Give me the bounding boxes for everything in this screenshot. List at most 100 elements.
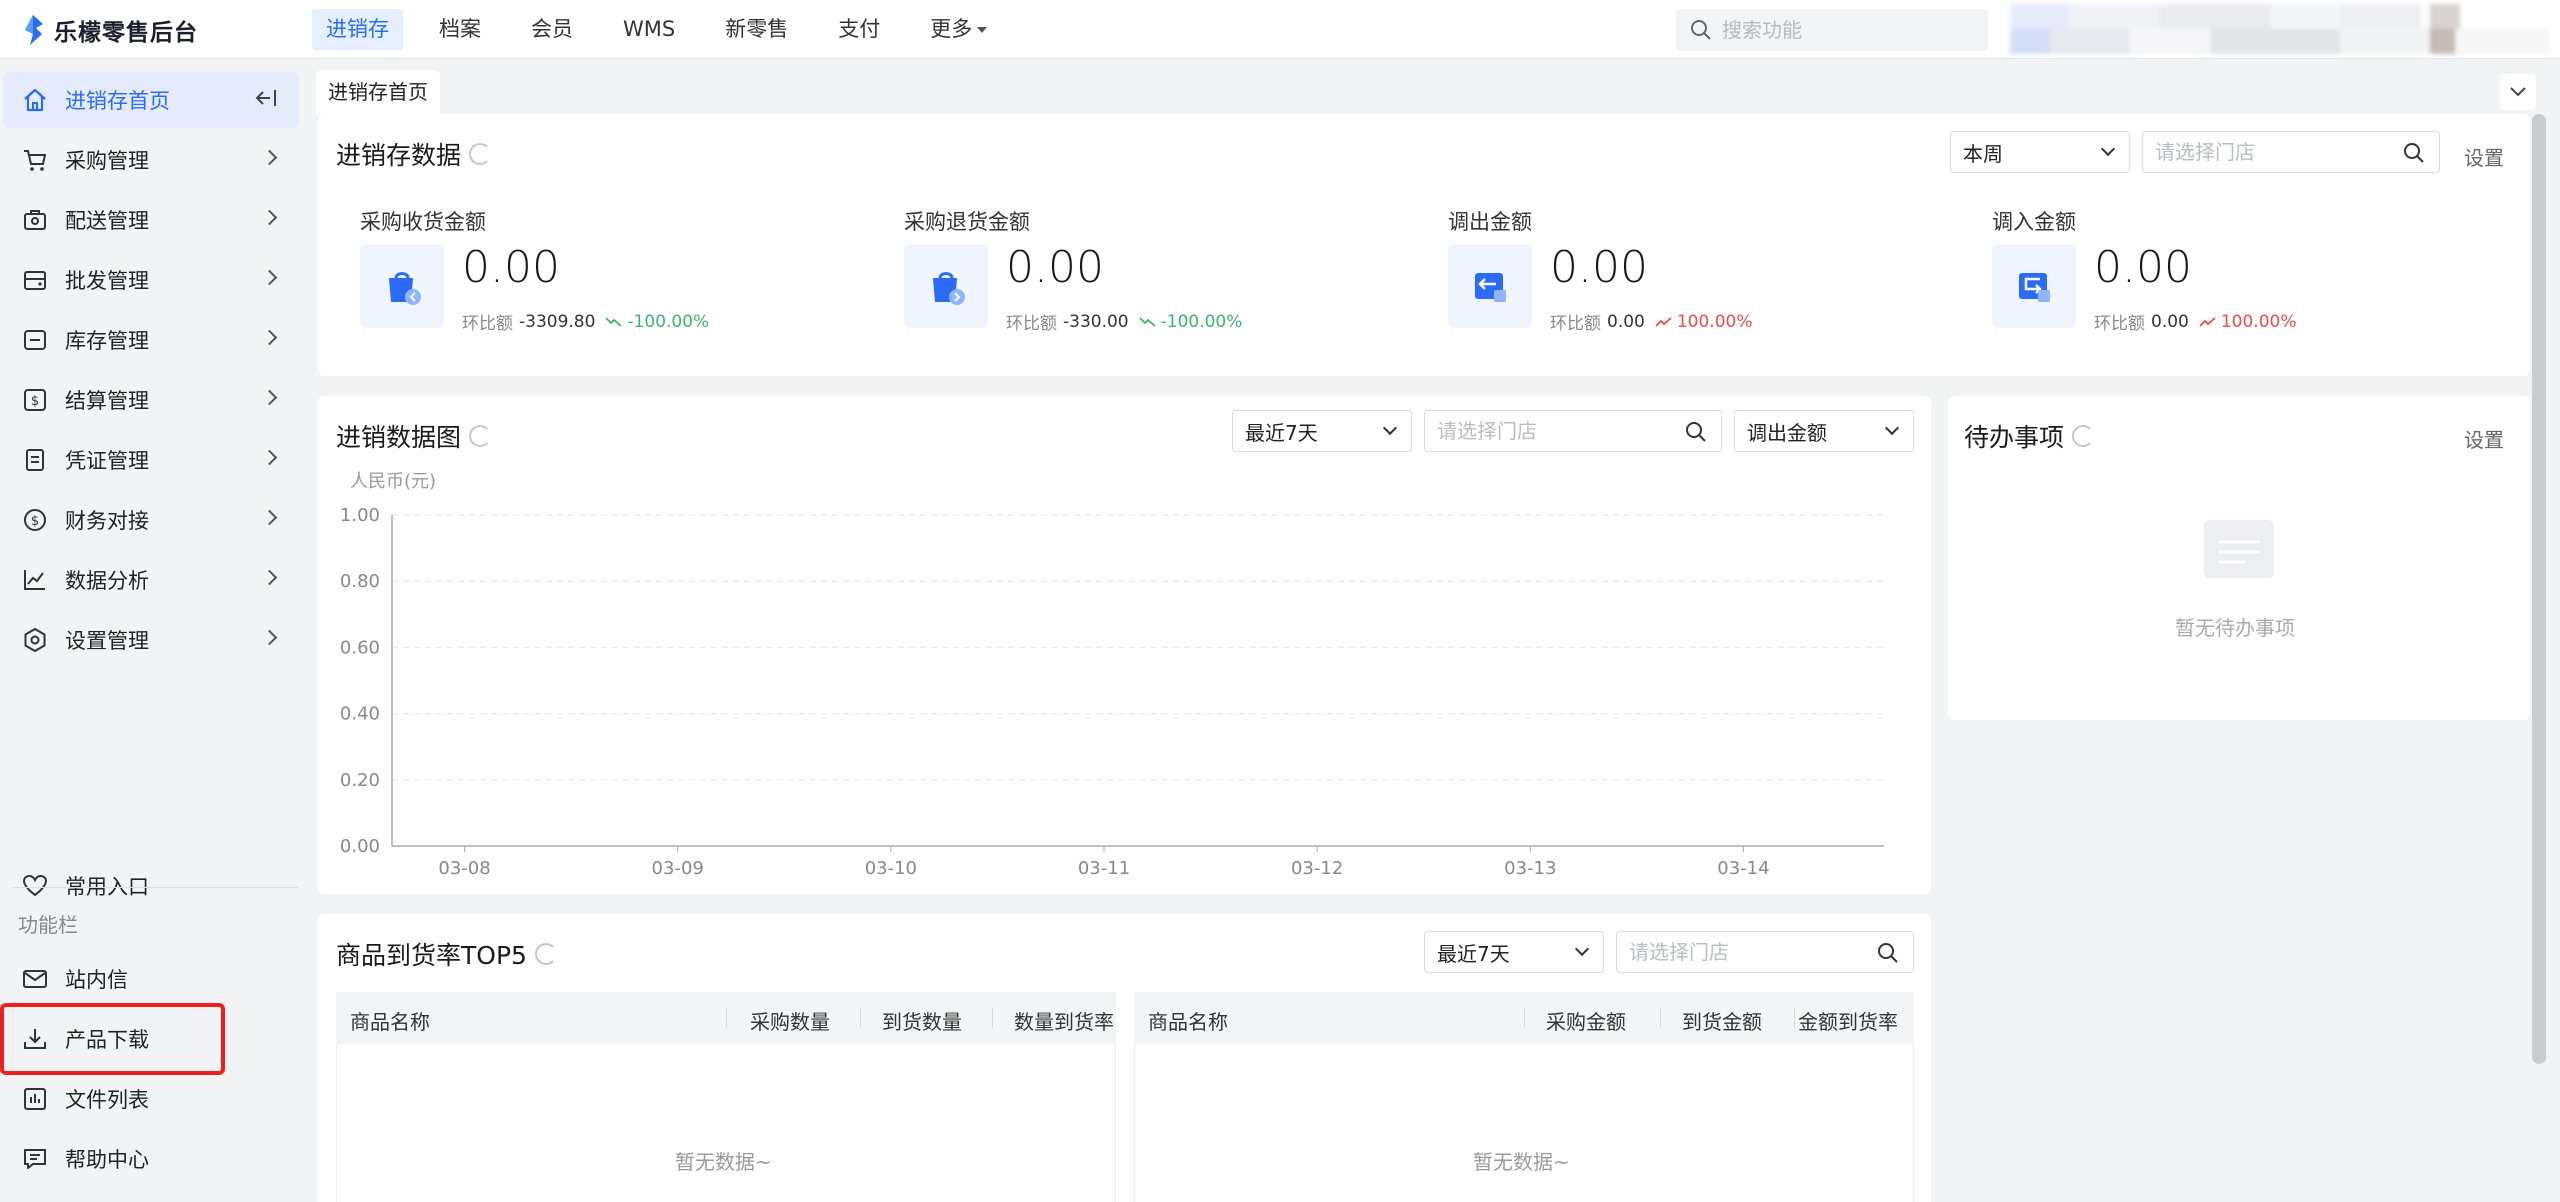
sidebar-item-label: 库存管理 [65, 329, 149, 353]
column-header[interactable]: 到货数量 [882, 1006, 962, 1035]
sidebar-item-label: 凭证管理 [65, 449, 149, 473]
search-icon [2404, 143, 2424, 163]
trend-down-icon [1138, 316, 1156, 327]
overview-settings-link[interactable]: 设置 [2464, 142, 2504, 171]
compare-percent: -100.00% [627, 311, 710, 332]
compare-label: 环比额 [1006, 314, 1057, 334]
sidebar-item-help[interactable]: 帮助中心 [3, 1131, 299, 1187]
column-header[interactable]: 商品名称 [350, 1006, 430, 1035]
column-header[interactable]: 数量到货率 [1014, 1006, 1114, 1035]
top5-store-search[interactable] [1616, 931, 1914, 973]
todo-title: 待办事项 [1964, 418, 2095, 454]
page-tab-bar: 进销存首页 [316, 70, 440, 114]
function-search-input[interactable] [1722, 18, 1962, 42]
function-search[interactable] [1676, 9, 1988, 51]
sidebar-item-purchase[interactable]: 采购管理 [3, 132, 299, 188]
compare-percent: 100.00% [2220, 311, 2297, 332]
column-header[interactable]: 到货金额 [1682, 1006, 1762, 1035]
sidebar-item-inbox[interactable]: 站内信 [3, 951, 299, 1007]
app-logo[interactable]: 乐檬零售后台 [20, 13, 198, 47]
metric-value: 0.00 [1550, 242, 1648, 293]
sidebar-item-analytics[interactable]: 数据分析 [3, 552, 299, 608]
column-header[interactable]: 商品名称 [1148, 1006, 1228, 1035]
refresh-icon[interactable] [2072, 425, 2095, 447]
compare-percent: 100.00% [1676, 311, 1753, 332]
topnav-label: 更多 [930, 17, 973, 41]
metric-value: 0.00 [2094, 242, 2192, 293]
sidebar-item-label: 财务对接 [65, 509, 149, 533]
compare-value: 0.00 [2151, 311, 2189, 332]
y-tick-label: 0.60 [340, 637, 380, 658]
topnav-label: 新零售 [725, 17, 789, 41]
chevron-right-icon [261, 269, 278, 286]
column-header[interactable]: 采购金额 [1546, 1006, 1626, 1035]
metric-label: 采购退货金额 [904, 210, 1030, 234]
metric-compare: 环比额 -3309.80 -100.00% [462, 309, 710, 335]
empty-document-icon [2204, 520, 2274, 578]
topnav-item-payment[interactable]: 支付 [824, 9, 894, 50]
trend-down-icon [605, 316, 623, 327]
trend-up-icon [2199, 316, 2216, 327]
compare-value: -330.00 [1063, 311, 1129, 332]
topnav-label: 进销存 [326, 17, 389, 41]
chevron-right-icon [261, 149, 278, 166]
sidebar-item-inventory[interactable]: 库存管理 [3, 312, 299, 368]
topnav-item-wms[interactable]: WMS [609, 9, 689, 50]
topnav-item-more[interactable]: 更多 [916, 9, 1001, 50]
topnav-item-new-retail[interactable]: 新零售 [711, 9, 802, 50]
column-header[interactable]: 金额到货率 [1798, 1006, 1898, 1035]
sidebar-item-finance[interactable]: $ 财务对接 [3, 492, 299, 548]
sidebar-item-jxc-home[interactable]: 进销存首页 [3, 72, 299, 128]
x-tick-label: 03-13 [1504, 858, 1556, 879]
collapse-sidebar-icon[interactable] [255, 87, 279, 114]
chevron-right-icon [261, 629, 278, 646]
store-search-input[interactable] [2155, 140, 2383, 164]
topnav-item-member[interactable]: 会员 [517, 9, 587, 50]
tab-jxc-home[interactable]: 进销存首页 [316, 70, 440, 114]
heart-icon [21, 872, 49, 900]
page-scrollbar[interactable] [2532, 114, 2546, 1064]
quantity-table-header: 商品名称 采购数量 到货数量 数量到货率 [336, 992, 1116, 1044]
topnav-label: 会员 [531, 17, 573, 41]
todo-settings-link[interactable]: 设置 [2464, 424, 2504, 453]
tab-menu-button[interactable] [2500, 74, 2536, 110]
file-list-icon [21, 1085, 49, 1113]
compare-value: -3309.80 [519, 311, 596, 332]
sidebar-item-label: 站内信 [65, 968, 128, 992]
column-header[interactable]: 采购数量 [750, 1006, 830, 1035]
chevron-down-icon [2510, 87, 2526, 97]
refresh-icon[interactable] [534, 943, 557, 965]
refresh-icon[interactable] [469, 143, 492, 165]
chevron-right-icon [261, 449, 278, 466]
search-icon [1691, 20, 1711, 40]
top5-period-select[interactable]: 最近7天 [1424, 931, 1604, 973]
sidebar-item-settlement[interactable]: $ 结算管理 [3, 372, 299, 428]
sidebar-item-delivery[interactable]: 配送管理 [3, 192, 299, 248]
topnav-label: WMS [623, 17, 676, 41]
period-select[interactable]: 本周 [1950, 131, 2130, 173]
top5-period-value: 最近7天 [1437, 941, 1510, 966]
sidebar-item-wholesale[interactable]: 批发管理 [3, 252, 299, 308]
topnav-item-archive[interactable]: 档案 [425, 9, 495, 50]
sidebar-item-label: 文件列表 [65, 1088, 149, 1112]
metric-value: 0.00 [462, 242, 560, 293]
metric-compare: 环比额 0.00 100.00% [1550, 309, 1753, 335]
period-select-value: 本周 [1963, 141, 2003, 166]
topnav-item-jxc[interactable]: 进销存 [312, 9, 403, 50]
help-icon [21, 1145, 49, 1173]
sidebar-item-settings[interactable]: 设置管理 [3, 612, 299, 668]
x-tick-label: 03-09 [652, 858, 704, 879]
sidebar-item-file-list[interactable]: 文件列表 [3, 1071, 299, 1127]
home-icon [21, 86, 49, 114]
caret-down-icon [977, 27, 988, 33]
store-search[interactable] [2142, 131, 2440, 173]
sidebar-item-label: 帮助中心 [65, 1148, 149, 1172]
y-tick-label: 0.00 [340, 836, 380, 857]
sidebar-item-favorites[interactable]: 常用入口 [3, 858, 299, 914]
top5-store-search-input[interactable] [1629, 940, 1857, 964]
sidebar-item-voucher[interactable]: 凭证管理 [3, 432, 299, 488]
sidebar-item-label: 结算管理 [65, 389, 149, 413]
user-info-redacted[interactable] [2010, 4, 2550, 54]
transfer-out-icon [1448, 244, 1532, 328]
svg-text:$: $ [31, 394, 39, 409]
